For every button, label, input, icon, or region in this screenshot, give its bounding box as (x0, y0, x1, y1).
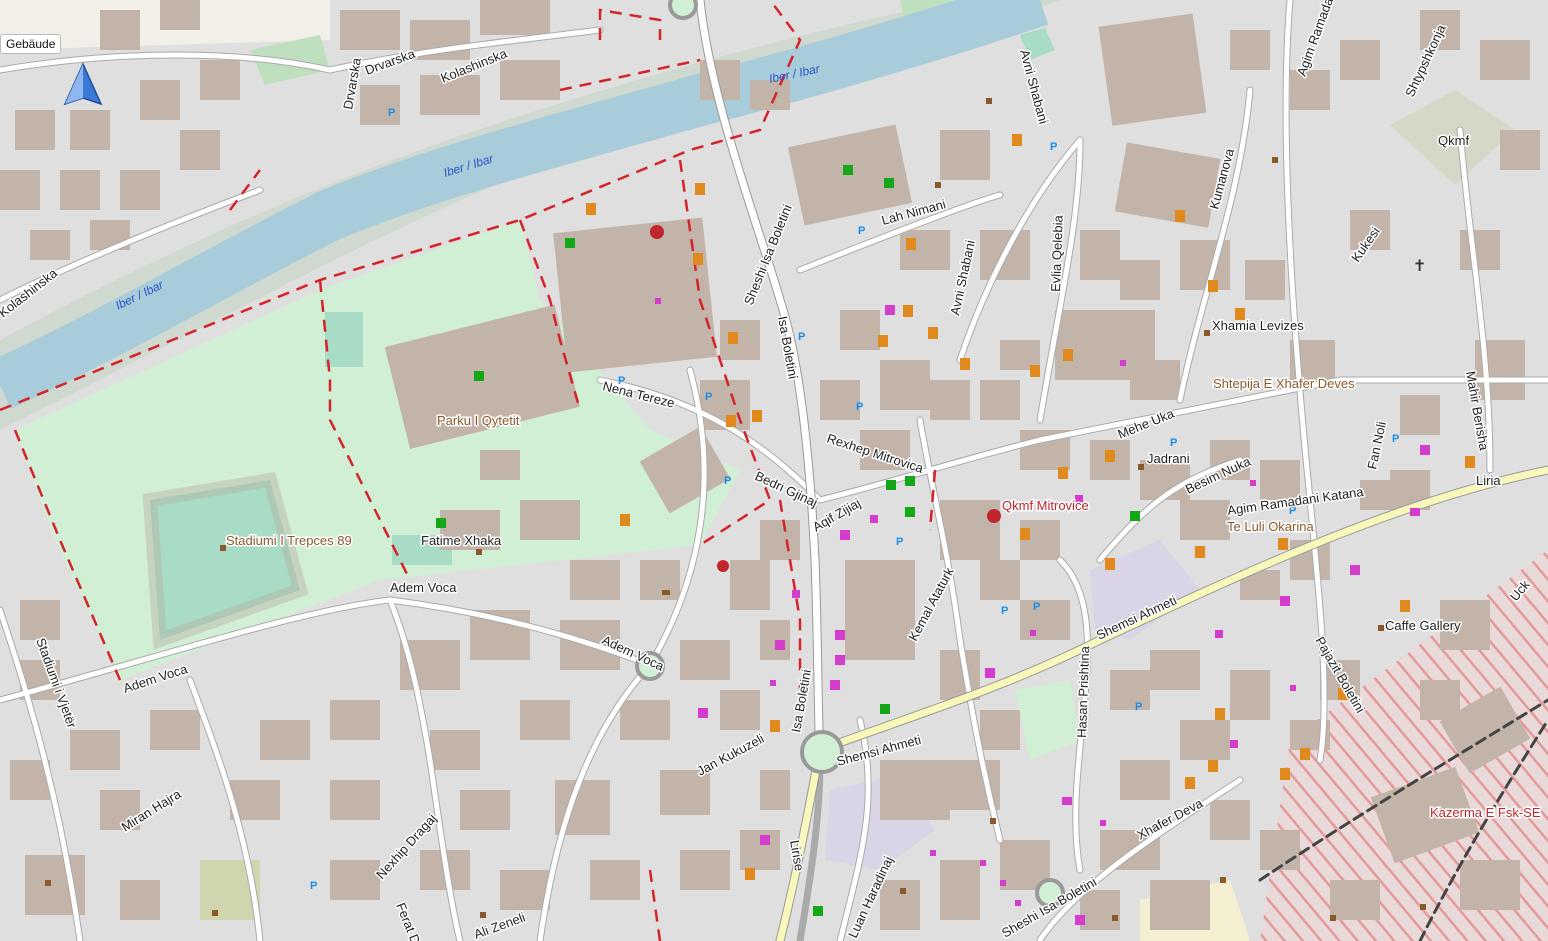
navigation-compass-icon[interactable] (63, 62, 103, 106)
svg-text:P: P (1050, 141, 1057, 153)
svg-text:P: P (1001, 605, 1008, 617)
map-layer: PPPPPPPPPP PPPPPP Iber / Ibar Iber / Ibar… (0, 0, 1548, 941)
church-icon: ✝ (1413, 256, 1426, 275)
svg-text:P: P (1170, 437, 1177, 449)
svg-text:P: P (856, 401, 863, 413)
park-label: Parku I Qytetit (437, 413, 520, 428)
hospital-label: Qkmf Mitrovice (1002, 498, 1089, 513)
hospital-icon (650, 225, 664, 239)
svg-text:P: P (1033, 601, 1040, 613)
roundabout (668, 0, 698, 20)
roundabout (800, 730, 844, 774)
svg-text:P: P (310, 880, 317, 892)
svg-text:P: P (724, 475, 731, 487)
layer-label[interactable]: Gebäude (0, 34, 62, 54)
mosque-label: Xhamia Levizes (1212, 318, 1304, 333)
hospital-icon (717, 560, 729, 572)
stadium-label: Stadiumi I Trepces 89 (226, 533, 352, 548)
caffe-label: Caffe Gallery (1385, 618, 1461, 633)
svg-text:P: P (858, 225, 865, 237)
sports-pitch (325, 312, 363, 367)
svg-text:P: P (1135, 701, 1142, 713)
qkmf-label: Qkmf (1438, 133, 1469, 148)
jadrani-label: Jadrani (1147, 451, 1190, 466)
poi-label-fatime: Fatime Xhaka (421, 533, 502, 548)
svg-text:P: P (388, 107, 395, 119)
svg-text:P: P (1392, 433, 1399, 445)
hospital-icon (987, 509, 1001, 523)
teluli-label: Te Luli Okarina (1227, 519, 1314, 534)
house-label: Shtepija E Xhafer Deves (1213, 376, 1355, 391)
street-label: Evlia Qelebia (1048, 214, 1066, 292)
svg-text:P: P (896, 536, 903, 548)
street-label: Liria (1476, 473, 1501, 488)
kazerma-label: Kazerma E Fsk-SE (1430, 805, 1541, 820)
street-label: Adem Voca (390, 580, 457, 595)
svg-text:P: P (705, 391, 712, 403)
map-canvas[interactable]: PPPPPPPPPPPPPPPP Iber / Ibar Iber / Ibar… (0, 0, 1548, 941)
svg-text:P: P (798, 331, 805, 343)
